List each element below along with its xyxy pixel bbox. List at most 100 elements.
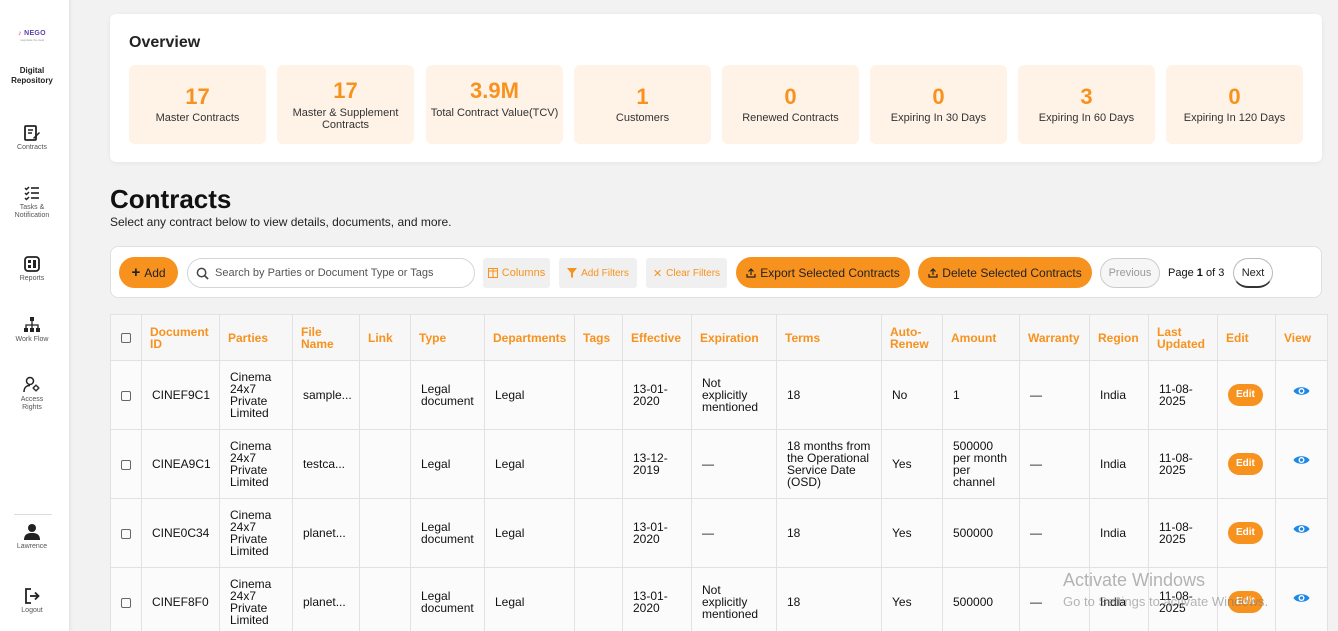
edit-button[interactable]: Edit <box>1228 522 1263 544</box>
column-header[interactable]: File Name <box>292 314 360 361</box>
search-input[interactable] <box>215 267 465 279</box>
eye-icon[interactable] <box>1293 523 1310 535</box>
select-all-checkbox-cell[interactable] <box>110 314 142 361</box>
logout-label: Logout <box>21 607 43 614</box>
column-header[interactable]: Parties <box>219 314 293 361</box>
row-checkbox[interactable] <box>121 459 131 470</box>
search-box <box>187 258 475 288</box>
add-button[interactable]: + Add <box>119 257 178 288</box>
app-brand: Digital Repository <box>0 66 64 86</box>
sidebar-item-tasks[interactable]: Tasks & Notification <box>0 184 64 220</box>
row-checkbox-cell[interactable] <box>110 429 142 499</box>
column-header[interactable]: Amount <box>942 314 1020 361</box>
sidebar-item-workflow[interactable]: Work Flow <box>0 316 64 344</box>
columns-button[interactable]: Columns <box>483 258 550 288</box>
stat-label: Total Contract Value(TCV) <box>430 107 559 119</box>
table-row[interactable]: CINEA9C1 Cinema 24x7 Private Limited testc… <box>110 429 1328 499</box>
type-cell: Legal document <box>410 360 485 430</box>
row-checkbox[interactable] <box>121 390 131 401</box>
columns-icon <box>487 268 498 278</box>
stat-master-supplement[interactable]: 17 Master & Supplement Contracts <box>277 65 414 144</box>
workflow-icon <box>24 317 40 332</box>
stat-master-contracts[interactable]: 17 Master Contracts <box>129 65 266 144</box>
clear-filters-label: Clear Filters <box>666 267 721 279</box>
column-header[interactable]: Edit <box>1217 314 1276 361</box>
table-row[interactable]: CINEF9C1 Cinema 24x7 Private Limited sampl… <box>110 360 1328 430</box>
stat-expiring-60[interactable]: 3 Expiring In 60 Days <box>1018 65 1155 144</box>
stat-value: 3 <box>1080 84 1093 109</box>
region-cell: India <box>1089 498 1149 568</box>
column-header[interactable]: View <box>1275 314 1328 361</box>
brand-line2: Repository <box>11 76 53 85</box>
stat-expiring-30[interactable]: 0 Expiring In 30 Days <box>870 65 1007 144</box>
effective-date-cell: 13-01-2020 <box>622 567 692 631</box>
terms-cell: 18 months from the Operational Service D… <box>776 429 882 499</box>
column-header[interactable]: Region <box>1089 314 1149 361</box>
next-page-button[interactable]: Next <box>1233 258 1273 288</box>
previous-page-button[interactable]: Previous <box>1100 258 1160 288</box>
logout-button[interactable]: Logout <box>0 587 64 615</box>
eye-icon[interactable] <box>1293 385 1310 397</box>
eye-icon[interactable] <box>1293 592 1310 604</box>
table-row[interactable]: CINE0C34 Cinema 24x7 Private Limited plane… <box>110 498 1328 568</box>
column-header[interactable]: Link <box>359 314 411 361</box>
column-header[interactable]: Warranty <box>1019 314 1090 361</box>
expiration-cell: Not explicitly mentioned <box>691 567 777 631</box>
region-cell: India <box>1089 360 1149 430</box>
column-header[interactable]: Terms <box>776 314 882 361</box>
edit-button[interactable]: Edit <box>1228 384 1263 406</box>
stat-customers[interactable]: 1 Customers <box>574 65 711 144</box>
type-cell: Legal <box>410 429 485 499</box>
column-header[interactable]: Type <box>410 314 485 361</box>
row-checkbox-cell[interactable] <box>110 498 142 568</box>
sidebar-item-contracts[interactable]: Contracts <box>0 124 64 152</box>
edit-button[interactable]: Edit <box>1228 453 1263 475</box>
page-indicator: Page 1 of 3 <box>1168 267 1224 279</box>
expiration-cell: Not explicitly mentioned <box>691 360 777 430</box>
user-profile[interactable]: Lawrence <box>0 523 64 551</box>
row-checkbox[interactable] <box>121 597 131 608</box>
page-of: of <box>1205 267 1216 279</box>
link-cell <box>359 360 411 430</box>
sidebar-item-access-rights[interactable]: Access Rights <box>0 376 64 412</box>
column-header[interactable]: Auto-Renew <box>881 314 943 361</box>
warranty-cell: — <box>1019 429 1090 499</box>
row-checkbox-cell[interactable] <box>110 567 142 631</box>
sidebar-item-reports[interactable]: Reports <box>0 255 64 283</box>
stat-renewed-contracts[interactable]: 0 Renewed Contracts <box>722 65 859 144</box>
parties-cell: Cinema 24x7 Private Limited <box>219 498 293 568</box>
row-checkbox[interactable] <box>121 528 131 539</box>
departments-cell: Legal <box>484 360 575 430</box>
document-id-cell: CINE0C34 <box>141 498 220 568</box>
filter-icon <box>567 268 578 278</box>
row-checkbox-cell[interactable] <box>110 360 142 430</box>
parties-cell: Cinema 24x7 Private Limited <box>219 567 293 631</box>
column-header[interactable]: Last Updated <box>1148 314 1218 361</box>
select-all-checkbox[interactable] <box>121 333 131 344</box>
stat-label: Expiring In 30 Days <box>890 112 987 124</box>
column-header[interactable]: Effective <box>622 314 692 361</box>
column-header[interactable]: Departments <box>484 314 575 361</box>
departments-cell: Legal <box>484 567 575 631</box>
stat-expiring-120[interactable]: 0 Expiring In 120 Days <box>1166 65 1303 144</box>
stat-label: Master Contracts <box>155 112 240 124</box>
column-header[interactable]: Tags <box>574 314 623 361</box>
stat-value: 3.9M <box>470 78 519 103</box>
stat-total-contract-value[interactable]: 3.9M Total Contract Value(TCV) <box>426 65 563 144</box>
column-header[interactable]: Document ID <box>141 314 220 361</box>
warranty-cell: — <box>1019 360 1090 430</box>
sidebar-item-label: Work Flow <box>15 336 49 343</box>
add-filters-button[interactable]: Add Filters <box>559 258 637 288</box>
export-selected-button[interactable]: Export Selected Contracts <box>736 257 910 288</box>
last-updated-cell: 11-08-2025 <box>1148 360 1218 430</box>
sidebar: ♪ NEGO negotiate the deal Digital Reposi… <box>0 0 70 631</box>
column-header[interactable]: Expiration <box>691 314 777 361</box>
delete-selected-button[interactable]: Delete Selected Contracts <box>918 257 1092 288</box>
eye-icon[interactable] <box>1293 454 1310 466</box>
stat-label: Renewed Contracts <box>742 112 839 124</box>
nego-logo[interactable]: ♪ NEGO negotiate the deal <box>12 30 52 46</box>
stat-label: Expiring In 60 Days <box>1038 112 1135 124</box>
clear-filters-button[interactable]: ✕ Clear Filters <box>646 258 727 288</box>
add-label: Add <box>144 265 166 280</box>
sidebar-item-label: Contracts <box>17 144 47 151</box>
